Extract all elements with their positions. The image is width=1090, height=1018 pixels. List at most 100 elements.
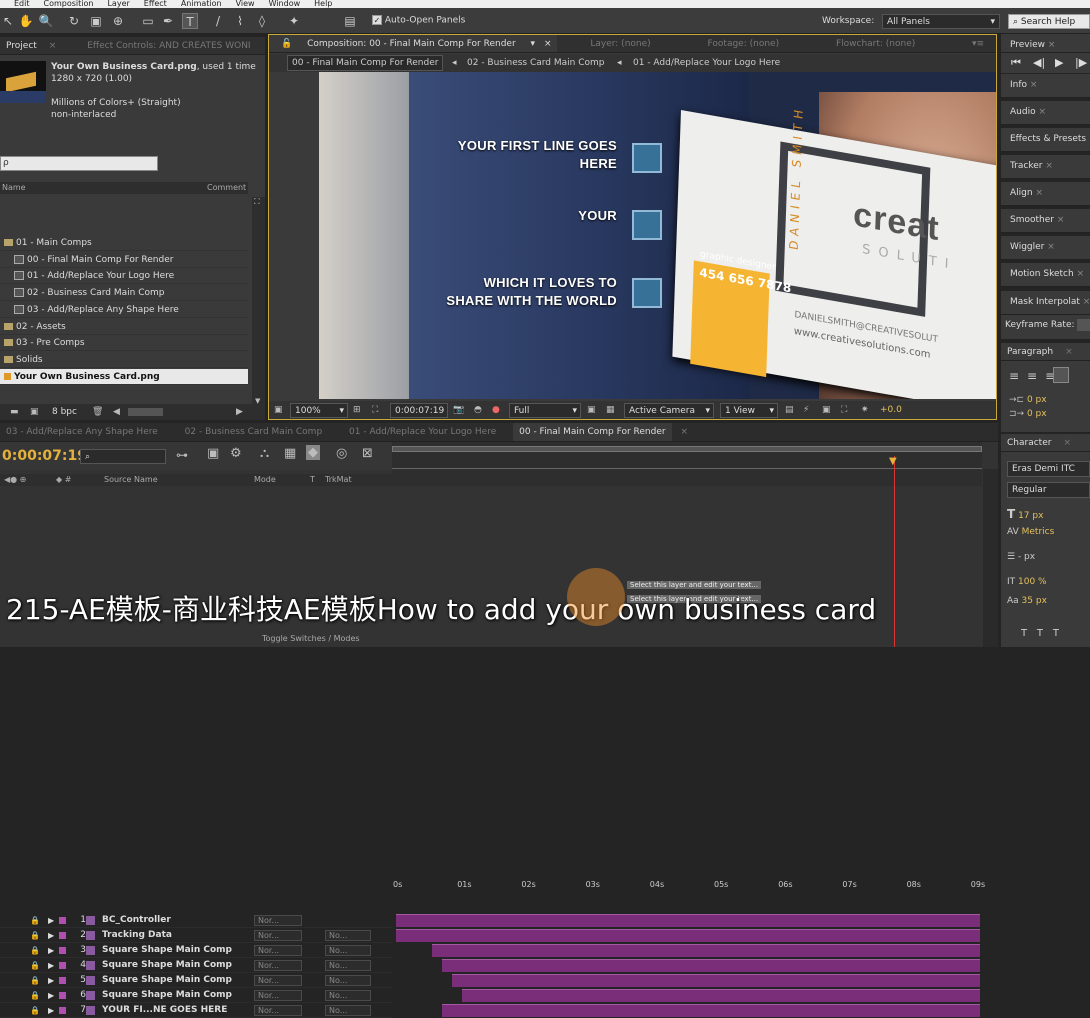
zoom-tool-icon[interactable]: 🔍 xyxy=(38,13,54,29)
project-item[interactable]: 03 - Pre Comps xyxy=(0,335,248,352)
label-color-icon[interactable] xyxy=(59,947,66,954)
mask-visibility-icon[interactable]: ⛶ xyxy=(372,401,378,419)
workspace-select[interactable]: All Panels ▾ xyxy=(882,14,1000,29)
rotate-tool-icon[interactable]: ↻ xyxy=(66,13,82,29)
baseline-shift-field[interactable]: Aa 35 px xyxy=(1007,596,1047,606)
col-comment[interactable]: Comment xyxy=(207,182,246,194)
auto-open-panels[interactable]: ✓ Auto-Open Panels xyxy=(372,15,465,26)
timeline-scrollbar[interactable] xyxy=(983,469,998,647)
blend-mode-select[interactable]: Nor... xyxy=(254,975,302,986)
font-family-select[interactable]: Eras Demi ITC xyxy=(1007,461,1090,477)
view-layout-select[interactable]: 1 View ▾ xyxy=(720,403,778,418)
project-search-input[interactable]: ρ xyxy=(0,156,158,171)
close-icon[interactable]: × xyxy=(1086,134,1090,144)
shy-layers-icon[interactable]: ⛬ xyxy=(260,446,269,461)
expand-arrow-icon[interactable]: ▶ xyxy=(48,988,54,1002)
tab-layer[interactable]: Layer: (none) xyxy=(584,35,656,52)
eraser-tool-icon[interactable]: ◊ xyxy=(254,13,270,29)
rectangle-tool-icon[interactable]: ▭ xyxy=(140,13,156,29)
col-t[interactable]: T xyxy=(310,474,315,486)
close-icon[interactable]: × xyxy=(43,37,63,54)
panel-tab-tracker[interactable]: Tracker × xyxy=(1001,155,1090,179)
close-icon[interactable]: × xyxy=(1059,343,1079,360)
menu-item-animation[interactable]: Animation xyxy=(181,0,222,8)
toggle-pixel-aspect-icon[interactable]: ▤ xyxy=(785,401,794,419)
layer-duration-bar[interactable] xyxy=(396,914,980,927)
label-color-icon[interactable] xyxy=(59,932,66,939)
first-frame-icon[interactable]: ⏮ xyxy=(1011,53,1021,73)
tab-timeline-card[interactable]: 02 - Business Card Main Comp xyxy=(179,423,329,441)
layer-row[interactable]: 🔒 ▶ 7 YOUR FI...NE GOES HERE Nor... No... xyxy=(0,1003,392,1018)
close-icon[interactable]: × xyxy=(1042,161,1053,171)
composition-viewer[interactable]: creat SOLUTI graphic designer 454 656 78… xyxy=(319,72,996,399)
align-right-icon[interactable] xyxy=(1053,367,1069,383)
work-area-bar[interactable] xyxy=(392,446,982,452)
panel-tab-mask-interpolat[interactable]: Mask Interpolat × xyxy=(1001,291,1090,315)
font-style-select[interactable]: Regular xyxy=(1007,482,1090,498)
project-item[interactable]: 02 - Business Card Main Comp xyxy=(0,285,248,302)
indent-first[interactable]: ⊐→ 0 px xyxy=(1009,409,1047,419)
panel-tab-effects-presets[interactable]: Effects & Presets × xyxy=(1001,128,1090,152)
lock-icon[interactable]: 🔒 xyxy=(30,988,40,1002)
track-matte-select[interactable]: No... xyxy=(325,1005,371,1016)
label-icon[interactable]: ◆ # xyxy=(56,474,71,486)
playhead-marker-icon[interactable]: ▼ xyxy=(889,456,897,467)
pan-behind-tool-icon[interactable]: ⊕ xyxy=(110,13,126,29)
close-icon[interactable]: × xyxy=(1044,242,1055,252)
timeline-icon[interactable]: ▣ xyxy=(822,401,831,419)
layer-row[interactable]: 🔒 ▶ 4 Square Shape Main Comp Nor... No... xyxy=(0,958,392,973)
grid-icon[interactable]: ⊞ xyxy=(353,401,361,419)
keyframe-rate-input[interactable] xyxy=(1077,319,1090,331)
layer-row[interactable]: 🔒 ▶ 6 Square Shape Main Comp Nor... No... xyxy=(0,988,392,1003)
layer-duration-bar[interactable] xyxy=(442,959,980,972)
track-matte-select[interactable]: No... xyxy=(325,960,371,971)
scroll-left-icon[interactable]: ◀ xyxy=(113,404,120,420)
next-frame-icon[interactable]: |▶ xyxy=(1075,53,1087,73)
menu-item-effect[interactable]: Effect xyxy=(144,0,167,8)
label-color-icon[interactable] xyxy=(59,992,66,999)
channel-icon[interactable]: ● xyxy=(492,401,500,419)
project-item[interactable]: 03 - Add/Replace Any Shape Here xyxy=(0,302,248,318)
play-icon[interactable]: ▶ xyxy=(1055,53,1063,73)
close-icon[interactable]: × xyxy=(1074,269,1085,279)
magnification-select[interactable]: 100% ▾ xyxy=(290,403,348,418)
bpc-label[interactable]: 8 bpc xyxy=(52,404,77,420)
close-icon[interactable]: × xyxy=(1036,107,1046,117)
expand-arrow-icon[interactable]: ▶ xyxy=(48,973,54,987)
puppet-tool-icon[interactable]: ✦ xyxy=(286,13,302,29)
frame-blending-icon[interactable]: ▦ xyxy=(284,446,296,461)
tab-composition[interactable]: 🔓 Composition: 00 - Final Main Comp For … xyxy=(269,35,558,52)
project-item[interactable]: Your Own Business Card.png xyxy=(0,368,248,385)
blend-mode-select[interactable]: Nor... xyxy=(254,990,302,1001)
panel-tab-info[interactable]: Info × xyxy=(1001,74,1090,98)
track-matte-select[interactable]: No... xyxy=(325,945,371,956)
menu-item-help[interactable]: Help xyxy=(314,0,332,8)
expand-arrow-icon[interactable]: ▶ xyxy=(48,1003,54,1017)
expand-arrow-icon[interactable]: ▶ xyxy=(48,913,54,927)
panel-tab-motion-sketch[interactable]: Motion Sketch × xyxy=(1001,263,1090,287)
lock-icon[interactable]: 🔒 xyxy=(30,958,40,972)
exposure-value[interactable]: +0.0 xyxy=(880,401,902,419)
layer-duration-bar[interactable] xyxy=(452,974,980,987)
layer-duration-bar[interactable] xyxy=(442,1004,980,1017)
tab-flowchart[interactable]: Flowchart: (none) xyxy=(830,35,921,52)
menu-item-layer[interactable]: Layer xyxy=(107,0,129,8)
fast-previews-icon[interactable]: ⚡ xyxy=(803,401,809,419)
h-scrollbar[interactable] xyxy=(128,408,163,416)
brush-tool-icon[interactable]: / xyxy=(210,13,226,29)
close-icon[interactable]: × xyxy=(1033,188,1043,198)
close-icon[interactable]: × xyxy=(674,423,694,441)
layer-row[interactable]: 🔒 ▶ 1 BC_Controller Nor... xyxy=(0,913,392,928)
type-tool-icon[interactable]: T xyxy=(182,13,198,29)
project-item[interactable]: Solids xyxy=(0,352,248,368)
stroke-width-field[interactable]: ☰ - px xyxy=(1007,552,1035,562)
layer-duration-bar[interactable] xyxy=(396,929,980,942)
crumb-1[interactable]: 02 - Business Card Main Comp xyxy=(467,54,605,72)
lock-icon[interactable]: 🔒 xyxy=(30,928,40,942)
search-help-input[interactable]: ⌕ Search Help xyxy=(1008,14,1090,29)
current-time-display[interactable]: 0:00:07:19 xyxy=(390,403,448,418)
layer-duration-bar[interactable] xyxy=(432,944,980,957)
tab-project[interactable]: Project xyxy=(0,37,43,54)
close-icon[interactable]: × xyxy=(1057,434,1077,451)
track-matte-select[interactable]: No... xyxy=(325,930,371,941)
